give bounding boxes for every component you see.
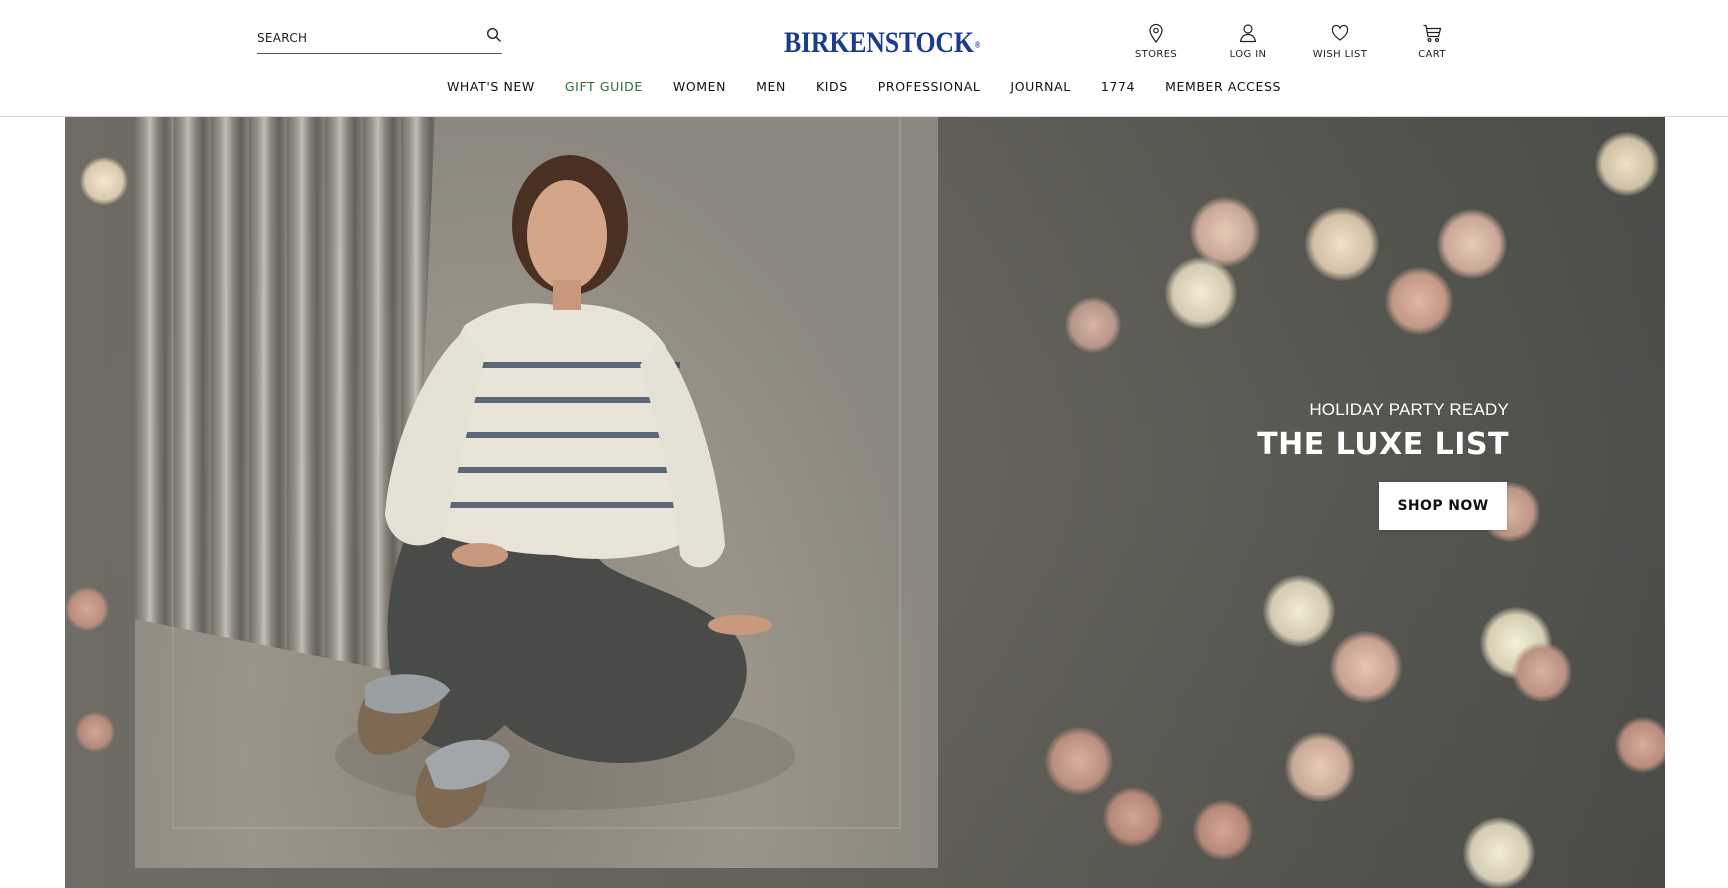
nav-item-1774[interactable]: 1774 bbox=[1101, 78, 1135, 98]
stores-link[interactable]: STORES bbox=[1111, 22, 1201, 66]
hero-title: THE LUXE LIST bbox=[1257, 427, 1509, 462]
stores-label: STORES bbox=[1134, 49, 1178, 60]
bokeh-light bbox=[1595, 132, 1659, 196]
model-figure bbox=[335, 155, 795, 829]
hero-eyebrow: HOLIDAY PARTY READY bbox=[1309, 400, 1509, 419]
bokeh-light bbox=[80, 157, 128, 205]
bokeh-light bbox=[1103, 787, 1163, 847]
nav-item-professional[interactable]: PROFESSIONAL bbox=[878, 78, 981, 98]
bokeh-light bbox=[1193, 800, 1253, 860]
user-icon bbox=[1203, 22, 1293, 44]
bokeh-light bbox=[1263, 575, 1335, 647]
bokeh-light bbox=[1165, 257, 1237, 329]
heart-icon bbox=[1295, 22, 1385, 44]
search-bar bbox=[257, 24, 502, 54]
wishlist-label: WISH LIST bbox=[1312, 49, 1368, 60]
nav-item-journal[interactable]: JOURNAL bbox=[1010, 78, 1070, 98]
shop-now-button[interactable]: SHOP NOW bbox=[1379, 482, 1507, 530]
hero-banner[interactable]: HOLIDAY PARTY READY THE LUXE LIST SHOP N… bbox=[65, 117, 1665, 888]
bokeh-light bbox=[1385, 267, 1453, 335]
bokeh-light bbox=[1463, 817, 1535, 888]
bokeh-light bbox=[1065, 297, 1121, 353]
main-nav: WHAT'S NEW GIFT GUIDE WOMEN MEN KIDS PRO… bbox=[0, 78, 1728, 98]
nav-item-gift-guide[interactable]: GIFT GUIDE bbox=[565, 78, 643, 98]
login-label: LOG IN bbox=[1229, 49, 1267, 60]
bokeh-light bbox=[75, 712, 115, 752]
nav-item-whats-new[interactable]: WHAT'S NEW bbox=[447, 78, 535, 98]
brand-logo[interactable]: BIRKENSTOCK® bbox=[784, 27, 980, 59]
login-link[interactable]: LOG IN bbox=[1203, 22, 1293, 66]
bokeh-light bbox=[1615, 717, 1665, 773]
hero-promo: HOLIDAY PARTY READY THE LUXE LIST bbox=[1089, 400, 1509, 464]
bokeh-light bbox=[1305, 207, 1379, 281]
nav-item-women[interactable]: WOMEN bbox=[673, 78, 726, 98]
bokeh-light bbox=[65, 587, 109, 631]
bokeh-light bbox=[1330, 631, 1402, 703]
map-pin-icon bbox=[1111, 22, 1201, 44]
cart-icon bbox=[1387, 22, 1477, 44]
bokeh-light bbox=[1285, 732, 1355, 802]
registered-mark: ® bbox=[974, 40, 981, 50]
nav-item-kids[interactable]: KIDS bbox=[816, 78, 848, 98]
bokeh-light bbox=[1437, 209, 1507, 279]
cart-label: CART bbox=[1418, 49, 1446, 60]
cart-link[interactable]: CART bbox=[1387, 22, 1477, 66]
bokeh-light bbox=[1045, 727, 1113, 795]
wishlist-link[interactable]: WISH LIST bbox=[1295, 22, 1385, 66]
nav-item-men[interactable]: MEN bbox=[756, 78, 786, 98]
search-icon[interactable] bbox=[486, 27, 502, 43]
bokeh-light bbox=[1512, 642, 1572, 702]
nav-item-member-access[interactable]: MEMBER ACCESS bbox=[1165, 78, 1281, 98]
logo-text: BIRKENSTOCK bbox=[784, 26, 974, 59]
search-input[interactable] bbox=[257, 28, 472, 48]
site-header: BIRKENSTOCK® STORES LOG IN WISH LIST bbox=[0, 0, 1728, 117]
hero-photo bbox=[135, 117, 938, 868]
